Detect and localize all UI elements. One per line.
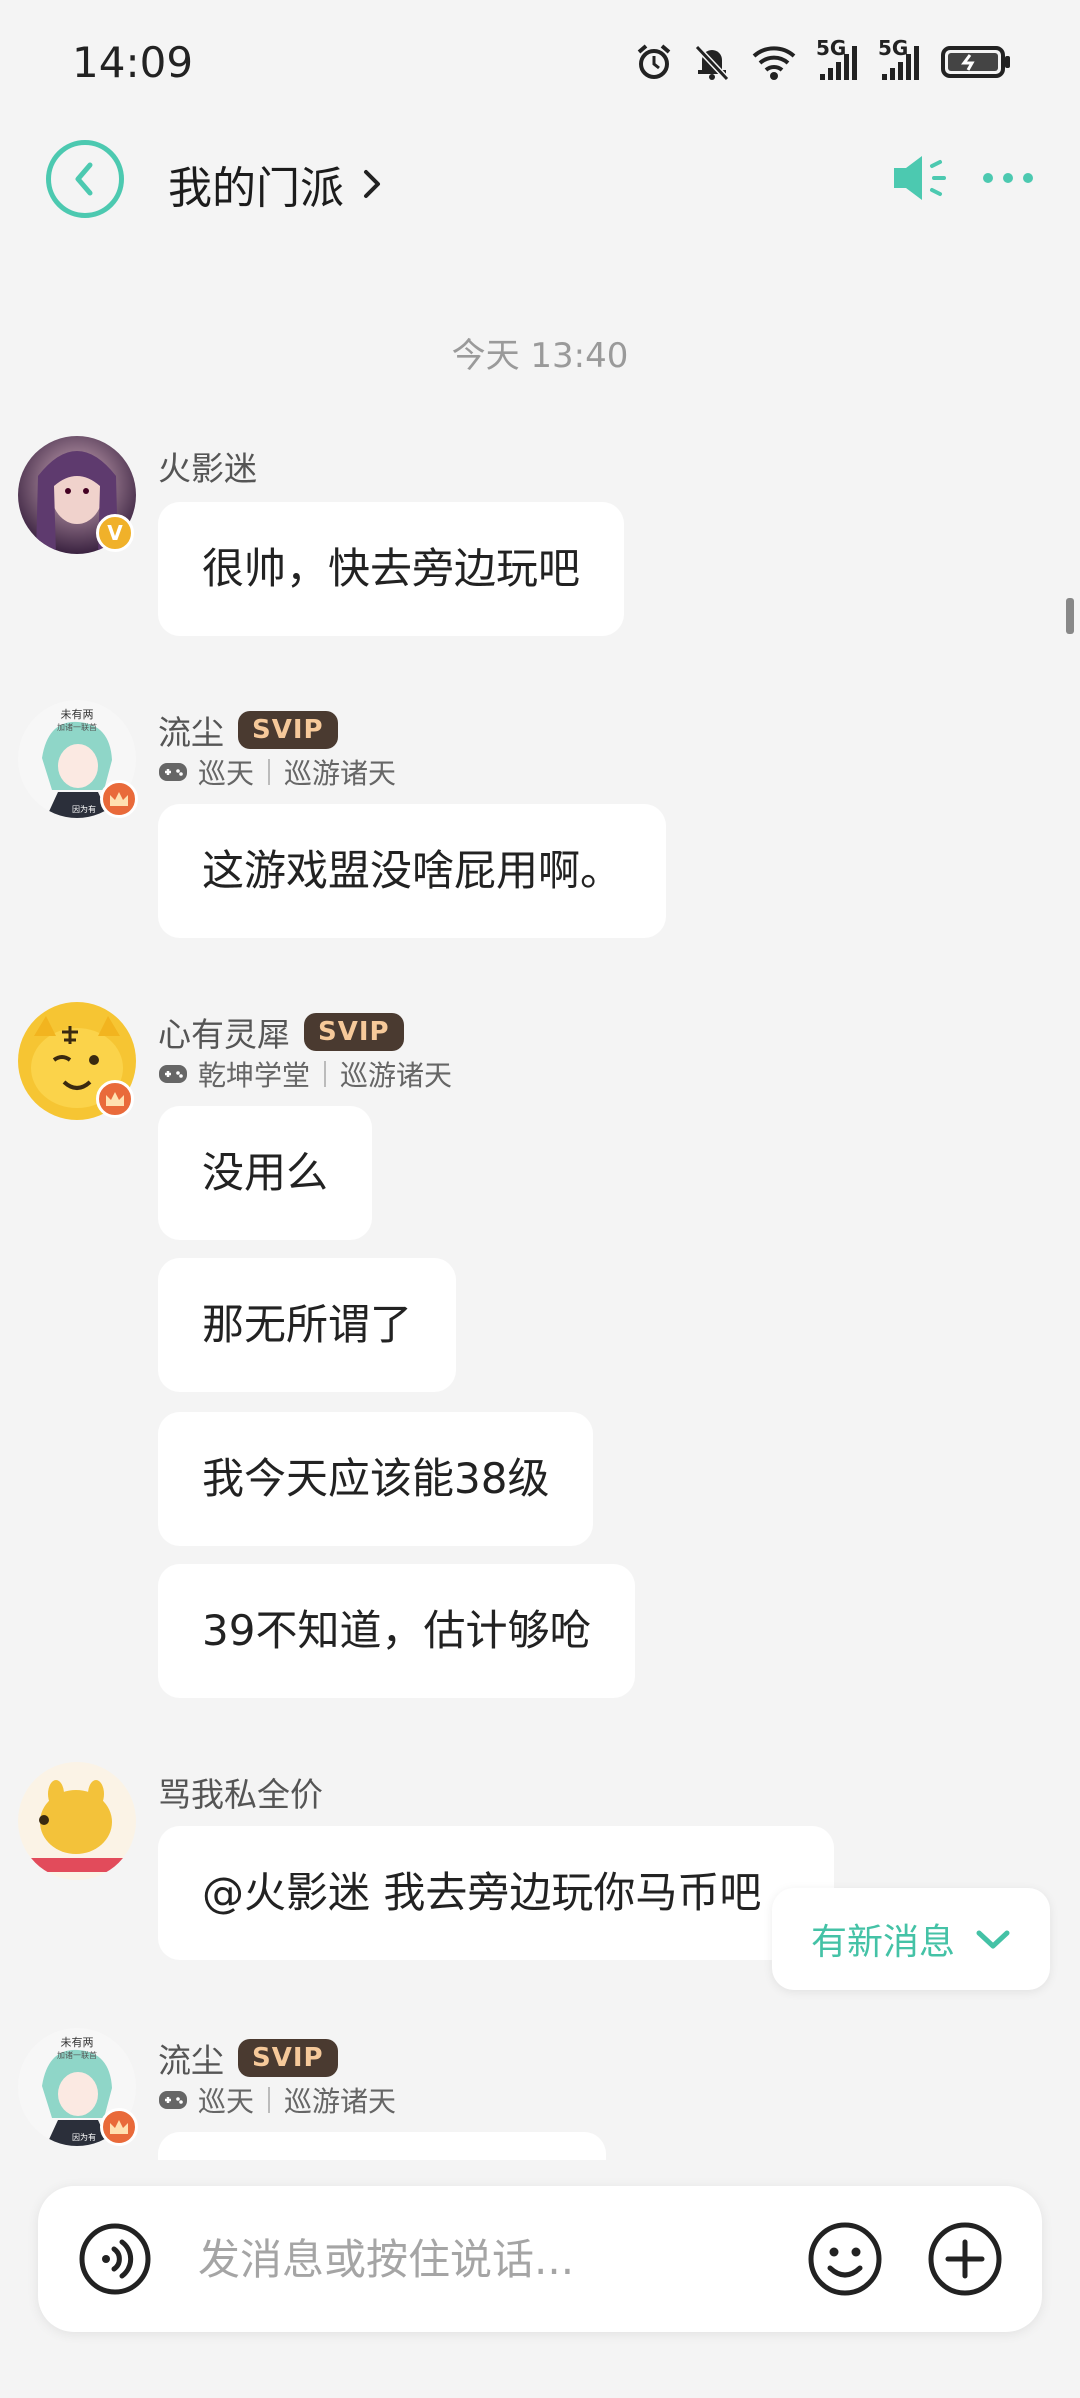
game-tags: 巡天 巡游诸天 bbox=[158, 752, 396, 792]
message-bubble[interactable]: 这游戏盟没啥屁用啊。 bbox=[158, 804, 667, 938]
gamepad-icon bbox=[159, 1065, 187, 1083]
avatar-caption: 因为有 bbox=[72, 2132, 96, 2142]
group-title: 我的门派 bbox=[168, 163, 344, 214]
message-bubble[interactable]: 39不知道，估计够呛 bbox=[158, 1564, 636, 1698]
crown-icon bbox=[110, 2120, 128, 2134]
message-input-bar bbox=[38, 2186, 1042, 2332]
status-bar: 14:09 5G 5G bbox=[0, 0, 1080, 130]
game-tags: 巡天 巡游诸天 bbox=[158, 2080, 396, 2120]
tag-divider bbox=[324, 1061, 327, 1087]
avatar-caption: 未有两 bbox=[61, 2035, 94, 2049]
avatar[interactable] bbox=[18, 1762, 136, 1880]
avatar-caption: 未有两 bbox=[61, 707, 94, 721]
crown-icon bbox=[110, 792, 128, 806]
speaker-icon[interactable] bbox=[890, 150, 950, 206]
chevron-right-icon bbox=[364, 170, 380, 198]
new-messages-button[interactable]: 有新消息 bbox=[772, 1888, 1050, 1990]
chevron-down-icon bbox=[976, 1930, 1010, 1949]
new-messages-label: 有新消息 bbox=[810, 1922, 955, 1963]
tag-label: 巡游诸天 bbox=[340, 1059, 453, 1092]
sender-name: 骂我私全价 bbox=[158, 1775, 323, 1814]
sender-name: 流尘 bbox=[158, 2041, 224, 2080]
add-attachment-icon[interactable] bbox=[926, 2220, 1004, 2298]
chat-header: 我的门派 bbox=[0, 130, 1080, 230]
verified-badge: V bbox=[96, 514, 134, 552]
message-bubble[interactable]: 没用么 bbox=[158, 1106, 373, 1240]
game-tags: 乾坤学堂 巡游诸天 bbox=[158, 1054, 452, 1094]
tag-divider bbox=[268, 2087, 271, 2113]
sender-name: 流尘 bbox=[158, 713, 224, 752]
gamepad-icon bbox=[159, 763, 187, 781]
message-bubble[interactable] bbox=[158, 2132, 606, 2160]
battery-icon bbox=[941, 46, 1010, 78]
message-bubble[interactable]: @火影迷 我去旁边玩你马币吧 bbox=[158, 1826, 834, 1960]
sender-name: 火影迷 bbox=[158, 449, 257, 488]
status-icons: 5G 5G bbox=[634, 36, 1012, 82]
gamepad-icon bbox=[159, 2091, 187, 2109]
chat-timestamp: 今天 13:40 bbox=[451, 336, 629, 376]
message-input[interactable] bbox=[198, 2220, 818, 2298]
tag-label: 巡游诸天 bbox=[284, 757, 397, 790]
tag-label: 巡天 bbox=[198, 757, 255, 790]
crown-badge bbox=[100, 2108, 138, 2146]
message-bubble[interactable]: 我今天应该能38级 bbox=[158, 1412, 594, 1546]
avatar-caption: 因为有 bbox=[72, 804, 96, 814]
tag-label: 巡游诸天 bbox=[284, 2085, 397, 2118]
svip-badge: SVIP bbox=[238, 711, 338, 749]
voice-input-icon[interactable] bbox=[78, 2222, 152, 2296]
chat-message-list[interactable]: 今天 13:40 V 火影迷 很帅，快去旁边玩吧 未有两 加诸一联首 因为有 流… bbox=[0, 230, 1080, 2160]
chevron-left-icon bbox=[75, 162, 93, 196]
emoji-icon[interactable] bbox=[806, 2220, 884, 2298]
svip-badge: SVIP bbox=[304, 1013, 404, 1051]
crown-icon bbox=[106, 1092, 124, 1106]
crown-badge bbox=[100, 780, 138, 818]
sender-name: 心有灵犀 bbox=[158, 1015, 290, 1054]
message-bubble[interactable]: 那无所谓了 bbox=[158, 1258, 457, 1392]
tag-divider bbox=[268, 759, 271, 785]
svip-badge: SVIP bbox=[238, 2039, 338, 2077]
group-title-link[interactable]: 我的门派 bbox=[168, 152, 384, 216]
status-time: 14:09 bbox=[72, 38, 194, 87]
alarm-icon bbox=[637, 44, 671, 79]
wifi-icon bbox=[752, 46, 796, 80]
back-button[interactable] bbox=[46, 140, 124, 218]
crown-badge bbox=[96, 1080, 134, 1118]
tag-label: 乾坤学堂 bbox=[198, 1059, 311, 1092]
avatar-caption: 加诸一联首 bbox=[57, 722, 97, 732]
signal-sim2: 5G bbox=[878, 36, 922, 82]
tag-label: 巡天 bbox=[198, 2085, 255, 2118]
signal-sim1: 5G bbox=[816, 36, 860, 82]
message-bubble[interactable]: 很帅，快去旁边玩吧 bbox=[158, 502, 625, 636]
more-options-icon[interactable] bbox=[982, 166, 1034, 190]
avatar-caption: 加诸一联首 bbox=[57, 2050, 97, 2060]
mute-bell-icon bbox=[694, 44, 730, 82]
